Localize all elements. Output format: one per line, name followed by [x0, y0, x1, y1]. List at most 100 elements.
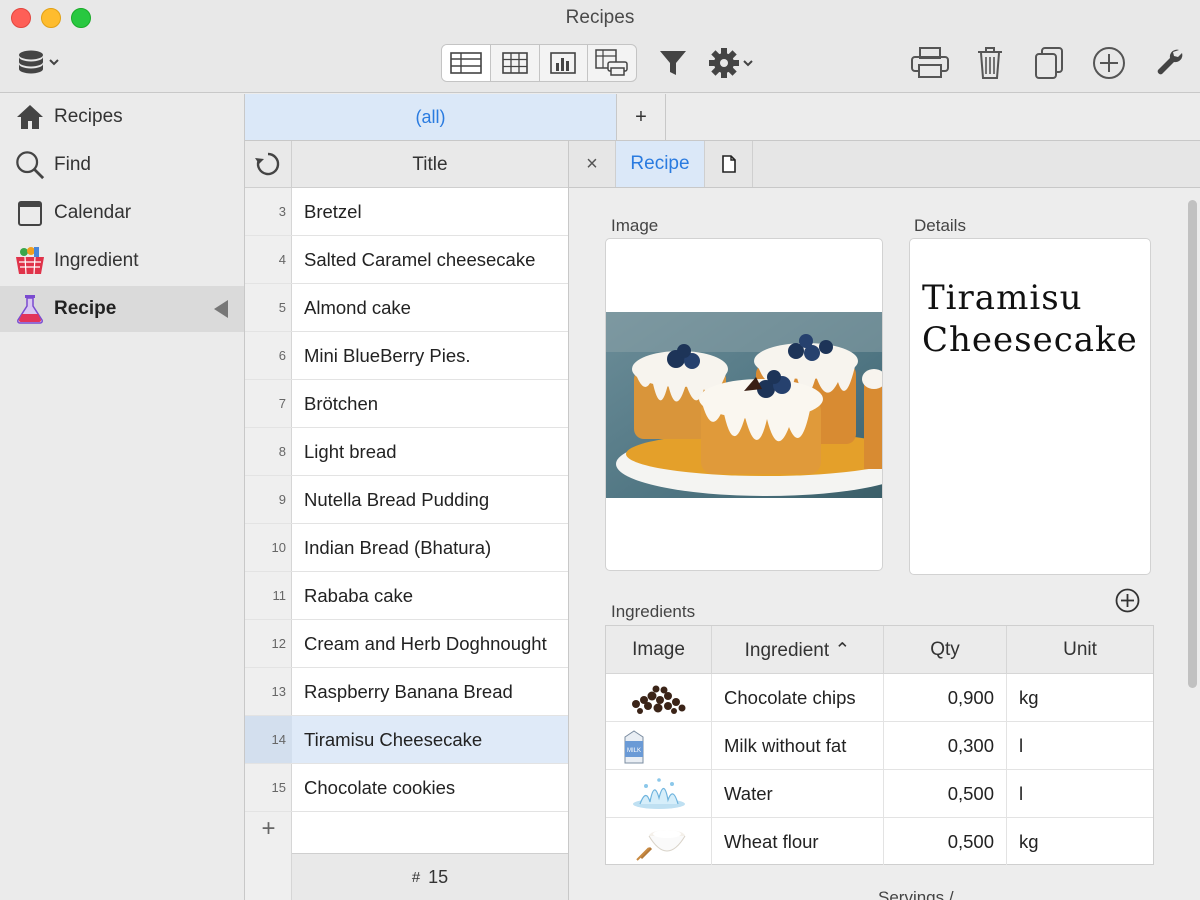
- form-view-icon: [450, 52, 482, 74]
- list-header: Title: [245, 141, 568, 188]
- list-item[interactable]: 13 Raspberry Banana Bread: [245, 668, 568, 716]
- tools-button[interactable]: [1152, 45, 1188, 81]
- recipe-image-field[interactable]: [605, 238, 883, 571]
- ingredient-column-header[interactable]: Ingredient ⌃: [712, 626, 884, 674]
- list-item[interactable]: 3 Bretzel: [245, 188, 568, 236]
- sidebar-item-calendar[interactable]: Calendar: [0, 190, 244, 236]
- tab-document[interactable]: [705, 141, 753, 187]
- filter-icon: [660, 51, 686, 75]
- list-item[interactable]: 7 Brötchen: [245, 380, 568, 428]
- ingredient-unit: l: [1019, 782, 1024, 804]
- record-detail: Image Details Tiramisu Cheesecake Ingred…: [569, 188, 1200, 900]
- ingredient-name: Wheat flour: [712, 818, 884, 865]
- ingredient-qty: 0,500: [884, 770, 1007, 817]
- sidebar-item-ingredient[interactable]: Ingredient: [0, 238, 244, 284]
- sidebar-item-find[interactable]: Find: [0, 142, 244, 188]
- record-list: Title 3 Bretzel 4 Salted Caramel cheesecak…: [245, 141, 569, 900]
- unit-column-header[interactable]: Unit: [1007, 626, 1153, 674]
- ingredients-section-label: Ingredients: [611, 602, 696, 621]
- list-item[interactable]: 11 Rababa cake: [245, 572, 568, 620]
- table-row[interactable]: MILK Milk without fat 0,300 l: [606, 722, 1153, 770]
- list-item[interactable]: 4 Salted Caramel cheesecake: [245, 236, 568, 284]
- table-row[interactable]: Chocolate chips 0,900 kg: [606, 674, 1153, 722]
- add-ingredient-button[interactable]: [1115, 588, 1140, 613]
- chocolate-chips-thumb: [631, 685, 685, 714]
- tab-recipe[interactable]: Recipe: [616, 141, 705, 187]
- search-icon: [15, 150, 45, 180]
- home-icon: [15, 102, 45, 132]
- ingredient-thumbnail: MILK: [606, 722, 712, 769]
- calendar-icon: [15, 198, 45, 228]
- record-count-footer: # 15: [292, 853, 568, 900]
- ingredient-name: Chocolate chips: [712, 674, 884, 721]
- form-view-button[interactable]: [442, 45, 491, 81]
- water-splash-thumb: [632, 777, 685, 809]
- ingredient-thumbnail: [606, 818, 712, 865]
- sidebar-item-label: Recipe: [54, 298, 117, 319]
- image-section-label: Image: [611, 216, 659, 235]
- sidebar-item-label: Find: [54, 154, 91, 175]
- add-row-button[interactable]: +: [245, 805, 292, 853]
- list-item[interactable]: 9 Nutella Bread Pudding: [245, 476, 568, 524]
- ingredient-qty: 0,500: [884, 818, 1007, 865]
- settings-menu-button[interactable]: [708, 46, 758, 80]
- sidebar-item-recipes[interactable]: Recipes: [0, 94, 244, 140]
- count-hash: #: [411, 868, 421, 886]
- sidebar-item-label: Recipes: [54, 106, 123, 127]
- sidebar-item-label: Ingredient: [54, 250, 139, 271]
- milk-carton-thumb: MILK: [624, 729, 644, 763]
- sidebar-item-recipe[interactable]: Recipe: [0, 286, 244, 332]
- table-view-icon: [501, 52, 528, 74]
- print-layout-icon: [595, 49, 628, 76]
- database-menu-button[interactable]: [16, 48, 64, 78]
- collapse-caret-icon[interactable]: [214, 300, 228, 318]
- title-column-header[interactable]: Title: [292, 154, 568, 176]
- refresh-button[interactable]: [245, 141, 292, 187]
- ingredient-unit: l: [1019, 734, 1024, 756]
- delete-button[interactable]: [974, 44, 1006, 82]
- image-column-header[interactable]: Image: [606, 626, 712, 674]
- flour-bowl-thumb: [635, 829, 685, 861]
- view-mode-switcher: [441, 44, 637, 82]
- ingredient-thumbnail: [606, 770, 712, 817]
- ingredient-qty: 0,300: [884, 722, 1007, 769]
- record-count: 15: [428, 866, 449, 887]
- database-icon: [19, 50, 59, 74]
- ingredient-thumbnail: [606, 674, 712, 721]
- add-filter-tab-button[interactable]: +: [617, 94, 666, 140]
- add-circle-icon: [1115, 588, 1140, 613]
- table-row[interactable]: Water 0,500 l: [606, 770, 1153, 818]
- chart-view-button[interactable]: [540, 45, 589, 81]
- table-view-button[interactable]: [491, 45, 540, 81]
- ingredient-name: Water: [712, 770, 884, 817]
- add-record-button[interactable]: [1091, 45, 1127, 81]
- filter-button[interactable]: [656, 46, 690, 80]
- ingredient-unit: kg: [1019, 830, 1039, 852]
- list-item[interactable]: 5 Almond cake: [245, 284, 568, 332]
- print-layout-view-button[interactable]: [588, 45, 636, 81]
- chart-view-icon: [550, 52, 577, 74]
- toolbar: [0, 36, 1200, 93]
- close-detail-button[interactable]: ×: [569, 141, 616, 187]
- ingredient-qty: 0,900: [884, 674, 1007, 721]
- detail-scrollbar[interactable]: [1188, 200, 1197, 688]
- list-item-selected[interactable]: 14 Tiramisu Cheesecake: [245, 716, 568, 764]
- table-row[interactable]: Wheat flour 0,500 kg: [606, 818, 1153, 866]
- document-icon: [721, 155, 736, 173]
- tab-all[interactable]: (all): [245, 94, 617, 140]
- gear-icon: [709, 48, 753, 78]
- trash-icon: [978, 47, 1002, 79]
- list-item[interactable]: 6 Mini BlueBerry Pies.: [245, 332, 568, 380]
- svg-text:MILK: MILK: [627, 748, 641, 754]
- print-button[interactable]: [910, 45, 950, 81]
- duplicate-button[interactable]: [1032, 45, 1066, 81]
- qty-column-header[interactable]: Qty: [884, 626, 1007, 674]
- list-item[interactable]: 15 Chocolate cookies: [245, 764, 568, 812]
- list-item[interactable]: 10 Indian Bread (Bhatura): [245, 524, 568, 572]
- list-item[interactable]: 8 Light bread: [245, 428, 568, 476]
- wrench-icon: [1157, 49, 1183, 75]
- list-item[interactable]: 12 Cream and Herb Doghnought: [245, 620, 568, 668]
- servings-label: Servings /: [878, 888, 954, 900]
- details-field[interactable]: Tiramisu Cheesecake: [909, 238, 1151, 575]
- ingredient-unit: kg: [1019, 686, 1039, 708]
